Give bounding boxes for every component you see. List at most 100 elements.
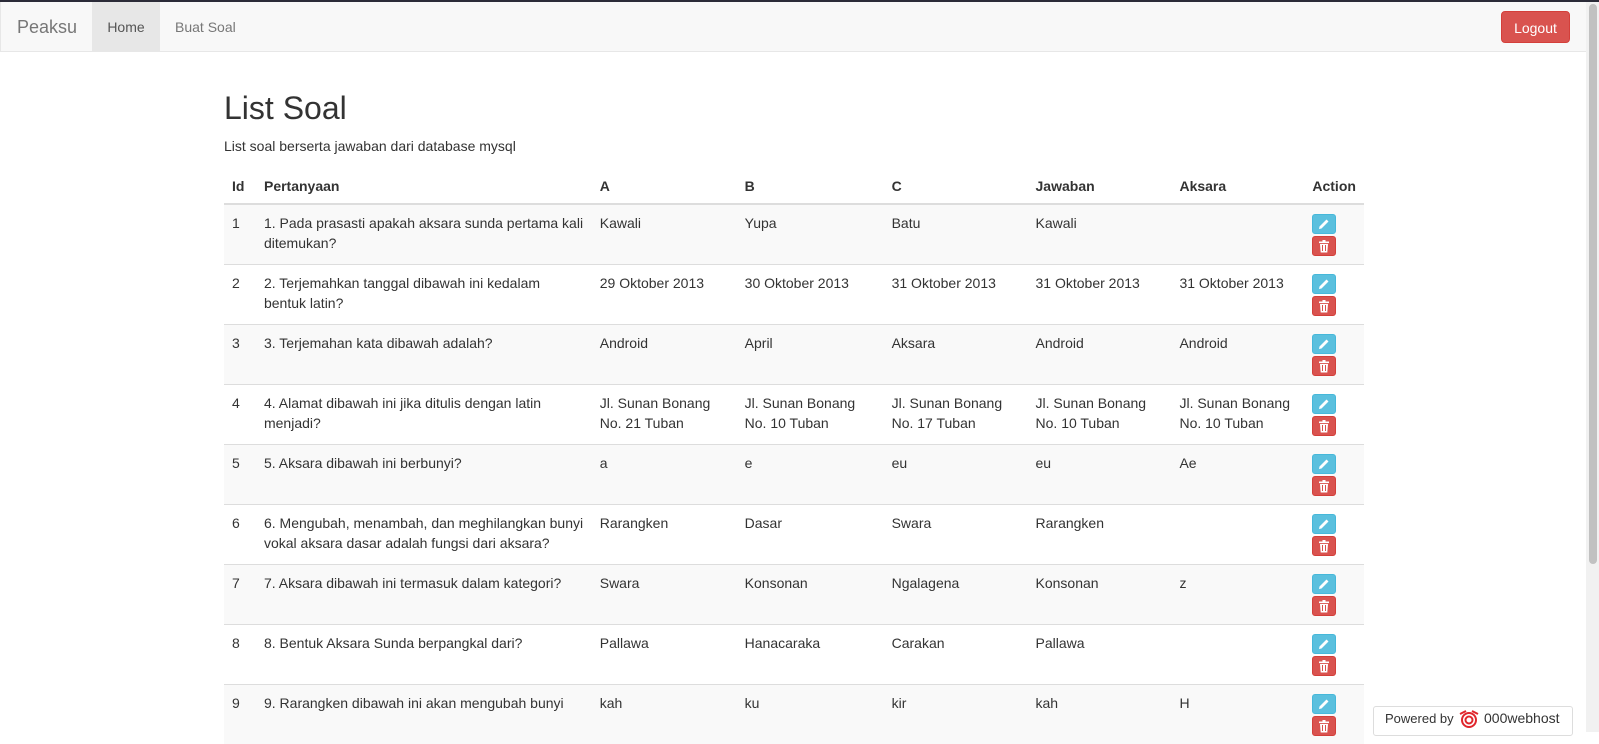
edit-button[interactable]	[1312, 694, 1336, 714]
delete-button[interactable]	[1312, 476, 1336, 496]
cell-a: 29 Oktober 2013	[592, 265, 737, 325]
nav-home-link[interactable]: Home	[92, 2, 160, 52]
cell-pertanyaan: 3. Terjemahan kata dibawah adalah?	[256, 325, 592, 385]
delete-button[interactable]	[1312, 356, 1336, 376]
cell-pertanyaan: 8. Bentuk Aksara Sunda berpangkal dari?	[256, 625, 592, 685]
cell-b: Yupa	[737, 204, 884, 265]
edit-button[interactable]	[1312, 214, 1336, 234]
cell-aksara: z	[1171, 565, 1304, 625]
cell-b: Hanacaraka	[737, 625, 884, 685]
cell-a: Kawali	[592, 204, 737, 265]
cell-jawaban: 31 Oktober 2013	[1028, 265, 1172, 325]
cell-c: Swara	[884, 505, 1028, 565]
delete-button[interactable]	[1312, 416, 1336, 436]
column-header: Action	[1304, 168, 1364, 204]
cell-c: Aksara	[884, 325, 1028, 385]
cell-jawaban: Android	[1028, 325, 1172, 385]
table-row: 22. Terjemahkan tanggal dibawah ini keda…	[224, 265, 1364, 325]
cell-a: a	[592, 445, 737, 505]
delete-button[interactable]	[1312, 296, 1336, 316]
cell-c: kir	[884, 685, 1028, 744]
table-row: 55. Aksara dibawah ini berbunyi?aeeueuAe	[224, 445, 1364, 505]
cell-a: Pallawa	[592, 625, 737, 685]
delete-button[interactable]	[1312, 716, 1336, 736]
cell-c: 31 Oktober 2013	[884, 265, 1028, 325]
cell-action	[1304, 565, 1364, 625]
cell-a: kah	[592, 685, 737, 744]
cell-c: eu	[884, 445, 1028, 505]
cell-aksara: Jl. Sunan Bonang No. 10 Tuban	[1171, 385, 1304, 445]
cell-id: 8	[224, 625, 256, 685]
cell-pertanyaan: 9. Rarangken dibawah ini akan mengubah b…	[256, 685, 592, 744]
cell-pertanyaan: 5. Aksara dibawah ini berbunyi?	[256, 445, 592, 505]
delete-button[interactable]	[1312, 536, 1336, 556]
logout-button[interactable]: Logout	[1501, 11, 1570, 43]
cell-aksara: H	[1171, 685, 1304, 744]
cell-id: 5	[224, 445, 256, 505]
cell-jawaban: Konsonan	[1028, 565, 1172, 625]
cell-a: Jl. Sunan Bonang No. 21 Tuban	[592, 385, 737, 445]
soal-table: IdPertanyaanABCJawabanAksaraAction 11. P…	[224, 168, 1364, 744]
cell-pertanyaan: 2. Terjemahkan tanggal dibawah ini kedal…	[256, 265, 592, 325]
scrollbar-thumb[interactable]	[1589, 4, 1597, 564]
cell-jawaban: kah	[1028, 685, 1172, 744]
cell-id: 4	[224, 385, 256, 445]
column-header: A	[592, 168, 737, 204]
cell-id: 2	[224, 265, 256, 325]
cell-action	[1304, 325, 1364, 385]
cell-jawaban: Pallawa	[1028, 625, 1172, 685]
edit-button[interactable]	[1312, 454, 1336, 474]
cell-action	[1304, 625, 1364, 685]
cell-jawaban: Kawali	[1028, 204, 1172, 265]
cell-action	[1304, 505, 1364, 565]
cell-b: April	[737, 325, 884, 385]
navbar-brand[interactable]: Peaksu	[17, 2, 77, 52]
cell-id: 7	[224, 565, 256, 625]
cell-jawaban: eu	[1028, 445, 1172, 505]
page-subtitle: List soal berserta jawaban dari database…	[224, 136, 516, 156]
cell-aksara: Android	[1171, 325, 1304, 385]
table-row: 77. Aksara dibawah ini termasuk dalam ka…	[224, 565, 1364, 625]
delete-button[interactable]	[1312, 596, 1336, 616]
cell-aksara	[1171, 204, 1304, 265]
cell-jawaban: Rarangken	[1028, 505, 1172, 565]
host-name: 000webhost	[1484, 710, 1560, 726]
delete-button[interactable]	[1312, 656, 1336, 676]
column-header: C	[884, 168, 1028, 204]
column-header: Jawaban	[1028, 168, 1172, 204]
edit-button[interactable]	[1312, 334, 1336, 354]
cell-action	[1304, 685, 1364, 744]
cell-a: Swara	[592, 565, 737, 625]
edit-button[interactable]	[1312, 394, 1336, 414]
table-header-row: IdPertanyaanABCJawabanAksaraAction	[224, 168, 1364, 204]
cell-b: e	[737, 445, 884, 505]
column-header: Aksara	[1171, 168, 1304, 204]
table-row: 44. Alamat dibawah ini jika ditulis deng…	[224, 385, 1364, 445]
edit-button[interactable]	[1312, 274, 1336, 294]
page-title: List Soal	[224, 88, 347, 128]
cell-jawaban: Jl. Sunan Bonang No. 10 Tuban	[1028, 385, 1172, 445]
edit-button[interactable]	[1312, 634, 1336, 654]
table-row: 11. Pada prasasti apakah aksara sunda pe…	[224, 204, 1364, 265]
cell-b: Konsonan	[737, 565, 884, 625]
cell-aksara: Ae	[1171, 445, 1304, 505]
cell-id: 3	[224, 325, 256, 385]
cell-pertanyaan: 7. Aksara dibawah ini termasuk dalam kat…	[256, 565, 592, 625]
cell-b: ku	[737, 685, 884, 744]
cell-aksara	[1171, 625, 1304, 685]
cell-pertanyaan: 6. Mengubah, menambah, dan meghilangkan …	[256, 505, 592, 565]
cell-a: Rarangken	[592, 505, 737, 565]
cell-a: Android	[592, 325, 737, 385]
table-body: 11. Pada prasasti apakah aksara sunda pe…	[224, 204, 1364, 744]
table-row: 66. Mengubah, menambah, dan meghilangkan…	[224, 505, 1364, 565]
cell-c: Ngalagena	[884, 565, 1028, 625]
cell-b: Jl. Sunan Bonang No. 10 Tuban	[737, 385, 884, 445]
navbar: Peaksu Home Buat Soal Logout	[0, 2, 1586, 52]
edit-button[interactable]	[1312, 574, 1336, 594]
cell-c: Jl. Sunan Bonang No. 17 Tuban	[884, 385, 1028, 445]
cell-id: 6	[224, 505, 256, 565]
nav-buat-soal-link[interactable]: Buat Soal	[175, 2, 236, 52]
edit-button[interactable]	[1312, 514, 1336, 534]
delete-button[interactable]	[1312, 236, 1336, 256]
cell-action	[1304, 385, 1364, 445]
